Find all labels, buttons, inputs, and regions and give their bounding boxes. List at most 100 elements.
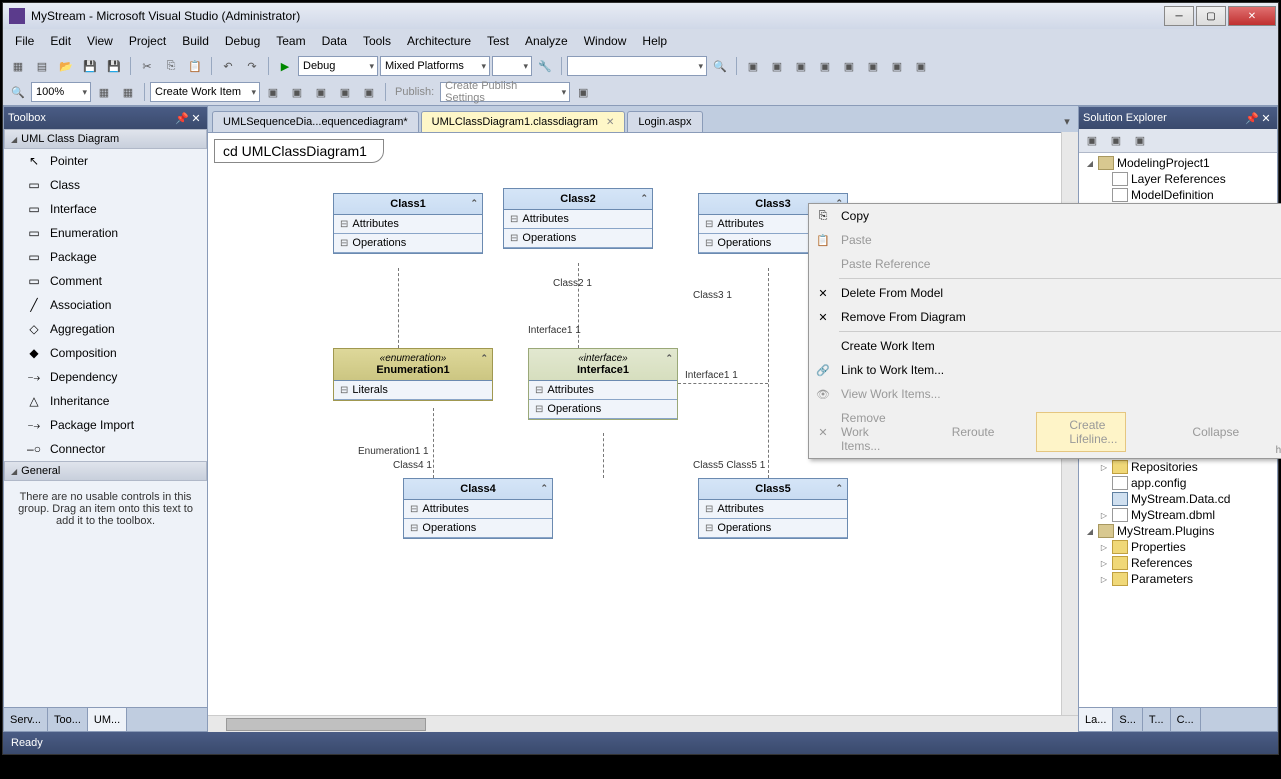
ctx-create-lifeline[interactable]: Create Lifeline... xyxy=(1036,412,1126,452)
zoom-icon[interactable]: 🔍 xyxy=(7,81,29,103)
tab-dropdown-icon[interactable]: ▾ xyxy=(1056,110,1078,132)
pin-icon[interactable]: 📌 xyxy=(1245,112,1259,125)
menu-architecture[interactable]: Architecture xyxy=(399,31,479,51)
tree-item[interactable]: app.config xyxy=(1081,475,1275,491)
expand-icon[interactable]: ◢ xyxy=(1085,527,1095,536)
tbx-item[interactable]: ╱Association xyxy=(4,293,207,317)
tab-uml[interactable]: UM... xyxy=(88,708,127,731)
expand-icon[interactable]: ▷ xyxy=(1099,511,1109,520)
hscrollbar[interactable] xyxy=(208,715,1078,732)
tb-icon[interactable]: ▣ xyxy=(310,81,332,103)
tab-toolbox[interactable]: Too... xyxy=(48,708,88,731)
uml-class2[interactable]: Class2⌃ Attributes Operations xyxy=(503,188,653,249)
tb-icon[interactable]: ▣ xyxy=(886,55,908,77)
uml-class1[interactable]: Class1⌃ Attributes Operations xyxy=(333,193,483,254)
cwi-combo[interactable]: Create Work Item xyxy=(150,82,260,102)
menu-edit[interactable]: Edit xyxy=(42,31,79,51)
menu-analyze[interactable]: Analyze xyxy=(517,31,576,51)
tbx-item[interactable]: –○Connector xyxy=(4,437,207,461)
tab-c[interactable]: C... xyxy=(1171,708,1201,731)
maximize-button[interactable]: ▢ xyxy=(1196,6,1226,26)
paste-icon[interactable]: 📋 xyxy=(184,55,206,77)
tb-icon[interactable]: ▣ xyxy=(286,81,308,103)
target-combo[interactable] xyxy=(492,56,532,76)
close-icon[interactable]: ✕ xyxy=(1259,112,1273,125)
tb-icon[interactable]: ▣ xyxy=(862,55,884,77)
tab-la[interactable]: La... xyxy=(1079,708,1113,731)
undo-icon[interactable]: ↶ xyxy=(217,55,239,77)
tree-item[interactable]: ▷MyStream.dbml xyxy=(1081,507,1275,523)
tb-icon[interactable]: ▣ xyxy=(262,81,284,103)
tree-item[interactable]: ▷References xyxy=(1081,555,1275,571)
expand-icon[interactable]: ▷ xyxy=(1099,559,1109,568)
tool-icon[interactable]: 🔧 xyxy=(534,55,556,77)
close-icon[interactable]: ✕ xyxy=(189,112,203,125)
find-icon[interactable]: 🔍 xyxy=(709,55,731,77)
save-all-icon[interactable]: 💾 xyxy=(103,55,125,77)
close-button[interactable]: ✕ xyxy=(1228,6,1276,26)
uml-class5[interactable]: Class5⌃ Attributes Operations xyxy=(698,478,848,539)
open-icon[interactable]: 📂 xyxy=(55,55,77,77)
ctx-copy[interactable]: ⎘CopyCtrl+C xyxy=(809,204,1281,228)
tab-server[interactable]: Serv... xyxy=(4,708,48,731)
tree-item[interactable]: ◢MyStream.Plugins xyxy=(1081,523,1275,539)
zoom-combo[interactable]: 100% xyxy=(31,82,91,102)
tbx-item[interactable]: ▭Interface xyxy=(4,197,207,221)
tab-s[interactable]: S... xyxy=(1113,708,1143,731)
expand-icon[interactable]: ▷ xyxy=(1099,575,1109,584)
menu-view[interactable]: View xyxy=(79,31,121,51)
tree-item[interactable]: ▷Parameters xyxy=(1081,571,1275,587)
sol-icon[interactable]: ▣ xyxy=(1105,130,1127,152)
ctx-link[interactable]: 🔗Link to Work Item... xyxy=(809,358,1281,382)
find-combo[interactable] xyxy=(567,56,707,76)
tree-item[interactable]: Layer References xyxy=(1081,171,1275,187)
expand-icon[interactable]: ◢ xyxy=(1085,159,1095,168)
tbx-item[interactable]: ◆Composition xyxy=(4,341,207,365)
menu-tools[interactable]: Tools xyxy=(355,31,399,51)
sol-icon[interactable]: ▣ xyxy=(1081,130,1103,152)
tbx-section-general[interactable]: General xyxy=(4,461,207,481)
tb-icon[interactable]: ▣ xyxy=(572,81,594,103)
tb-icon[interactable]: ▦ xyxy=(93,81,115,103)
tree-item[interactable]: ◢ModelingProject1 xyxy=(1081,155,1275,171)
tb-icon[interactable]: ▣ xyxy=(358,81,380,103)
sol-icon[interactable]: ▣ xyxy=(1129,130,1151,152)
ctx-collapse[interactable]: Collapse xyxy=(1160,420,1247,444)
menu-data[interactable]: Data xyxy=(314,31,355,51)
menu-debug[interactable]: Debug xyxy=(217,31,268,51)
tbx-item[interactable]: ⤍Package Import xyxy=(4,413,207,437)
tb-icon[interactable]: ▣ xyxy=(766,55,788,77)
doc-tab-sequence[interactable]: UMLSequenceDia...equencediagram* xyxy=(212,111,419,132)
tbx-item[interactable]: ▭Enumeration xyxy=(4,221,207,245)
tb-icon[interactable]: ▣ xyxy=(334,81,356,103)
ctx-delete-model[interactable]: ✕Delete From ModelShift+Del xyxy=(809,281,1281,305)
expand-icon[interactable]: ▷ xyxy=(1099,463,1109,472)
ctx-reroute[interactable]: Reroute xyxy=(920,420,1003,444)
tb-icon[interactable]: ▣ xyxy=(838,55,860,77)
tbx-item[interactable]: ⤍Dependency xyxy=(4,365,207,389)
doc-tab-class[interactable]: UMLClassDiagram1.classdiagram✕ xyxy=(421,111,626,132)
menu-build[interactable]: Build xyxy=(174,31,217,51)
ctx-remove-diagram[interactable]: ✕Remove From DiagramDel xyxy=(809,305,1281,329)
cut-icon[interactable]: ✂ xyxy=(136,55,158,77)
uml-enum1[interactable]: «enumeration»Enumeration1⌃ Literals xyxy=(333,348,493,401)
add-item-icon[interactable]: ▤ xyxy=(31,55,53,77)
tb-icon[interactable]: ▦ xyxy=(117,81,139,103)
tbx-section-uml[interactable]: UML Class Diagram xyxy=(4,129,207,149)
ctx-paste[interactable]: 📋PasteCtrl+V xyxy=(809,228,1281,252)
tree-item[interactable]: MyStream.Data.cd xyxy=(1081,491,1275,507)
ctx-view-wi[interactable]: 👁View Work Items... xyxy=(809,382,1281,406)
tree-item[interactable]: ▷Properties xyxy=(1081,539,1275,555)
ctx-cwi[interactable]: Create Work Item▶ xyxy=(809,334,1281,358)
tbx-item[interactable]: △Inheritance xyxy=(4,389,207,413)
menu-project[interactable]: Project xyxy=(121,31,174,51)
ctx-remove-wi[interactable]: ✕Remove Work Items... Reroute Create Lif… xyxy=(809,406,1281,458)
menu-team[interactable]: Team xyxy=(268,31,313,51)
config-combo[interactable]: Debug xyxy=(298,56,378,76)
tbx-item[interactable]: ▭Class xyxy=(4,173,207,197)
expand-icon[interactable]: ▷ xyxy=(1099,543,1109,552)
platform-combo[interactable]: Mixed Platforms xyxy=(380,56,490,76)
close-icon[interactable]: ✕ xyxy=(606,117,614,128)
new-project-icon[interactable]: ▦ xyxy=(7,55,29,77)
start-icon[interactable]: ▶ xyxy=(274,55,296,77)
